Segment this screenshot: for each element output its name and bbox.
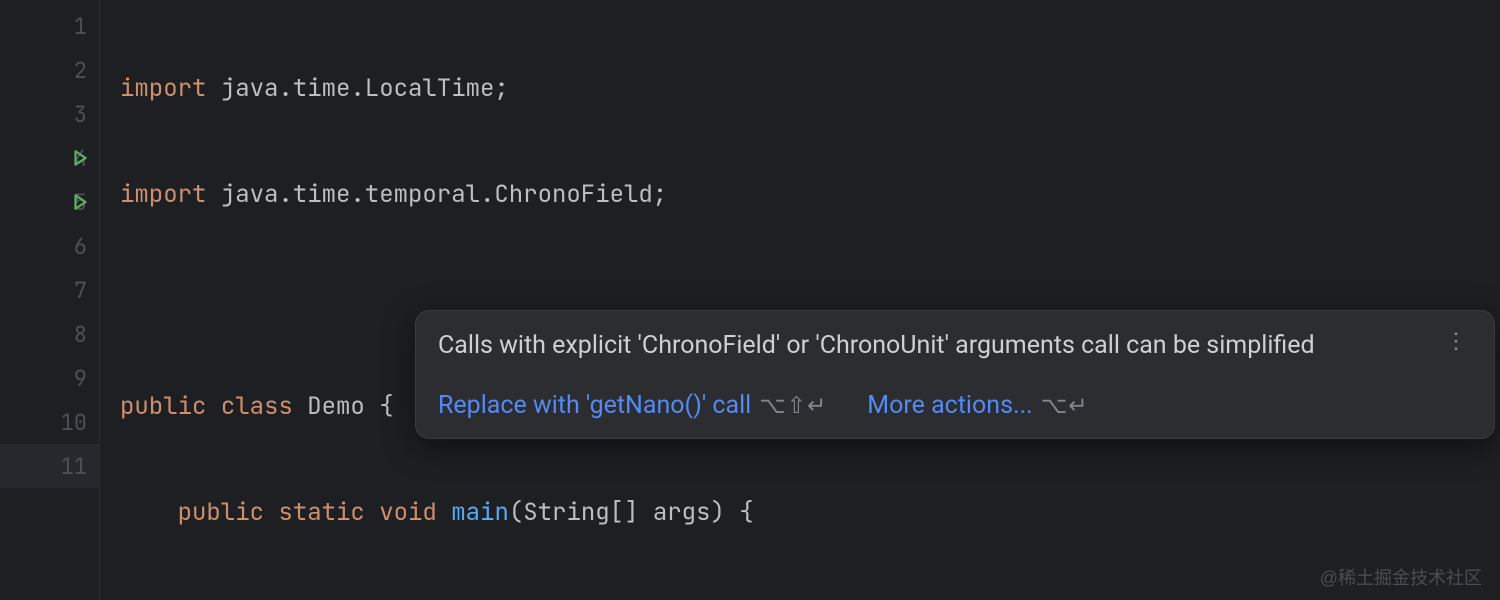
gutter: 1 2 3 4 5 6 7 8 9 10 11 — [0, 0, 100, 600]
code-editor[interactable]: 1 2 3 4 5 6 7 8 9 10 11 import java.time… — [0, 0, 1500, 600]
run-icon[interactable] — [71, 149, 89, 167]
line-number: 10 — [47, 408, 87, 437]
more-actions-link[interactable]: More actions... — [867, 391, 1032, 420]
inspection-popup: Calls with explicit 'ChronoField' or 'Ch… — [415, 310, 1495, 439]
keyword: import — [120, 179, 206, 210]
code-line[interactable]: public static void main(String[] args) { — [120, 490, 1027, 534]
code-line[interactable]: import java.time.temporal.ChronoField; — [120, 172, 1027, 216]
line-number: 11 — [47, 452, 87, 481]
class-name: Demo — [307, 391, 365, 422]
watermark: @稀土掘金技术社区 — [1320, 564, 1482, 590]
code-line[interactable]: LocalTime now = LocalTime.now(); — [120, 596, 1027, 600]
keyword: static — [278, 497, 364, 528]
line-number: 3 — [47, 100, 87, 129]
line-number: 7 — [47, 276, 87, 305]
line-number: 8 — [47, 320, 87, 349]
inspection-message: Calls with explicit 'ChronoField' or 'Ch… — [438, 329, 1325, 363]
keyword: void — [379, 497, 437, 528]
line-number: 2 — [47, 56, 87, 85]
code-line[interactable]: import java.time.LocalTime; — [120, 66, 1027, 110]
quickfix-replace[interactable]: Replace with 'getNano()' call — [438, 391, 751, 420]
run-icon[interactable] — [71, 193, 89, 211]
code-text: java.time.LocalTime; — [206, 73, 508, 104]
code-text: java.time.temporal.ChronoField; — [206, 179, 667, 210]
line-number: 6 — [47, 232, 87, 261]
shortcut-hint: ⌥⇧↵ — [759, 392, 827, 419]
keyword: public — [120, 391, 206, 422]
shortcut-hint: ⌥↵ — [1041, 392, 1089, 419]
line-number: 9 — [47, 364, 87, 393]
keyword: public — [178, 497, 264, 528]
keyword: import — [120, 73, 206, 104]
code-text: (String[] args) { — [509, 497, 754, 528]
code-area[interactable]: import java.time.LocalTime; import java.… — [100, 0, 1027, 600]
line-number: 1 — [47, 12, 87, 41]
method-name: main — [451, 497, 509, 528]
keyword: class — [221, 391, 293, 422]
code-text: { — [365, 391, 394, 422]
more-options-icon[interactable]: ⋮ — [1441, 329, 1472, 355]
